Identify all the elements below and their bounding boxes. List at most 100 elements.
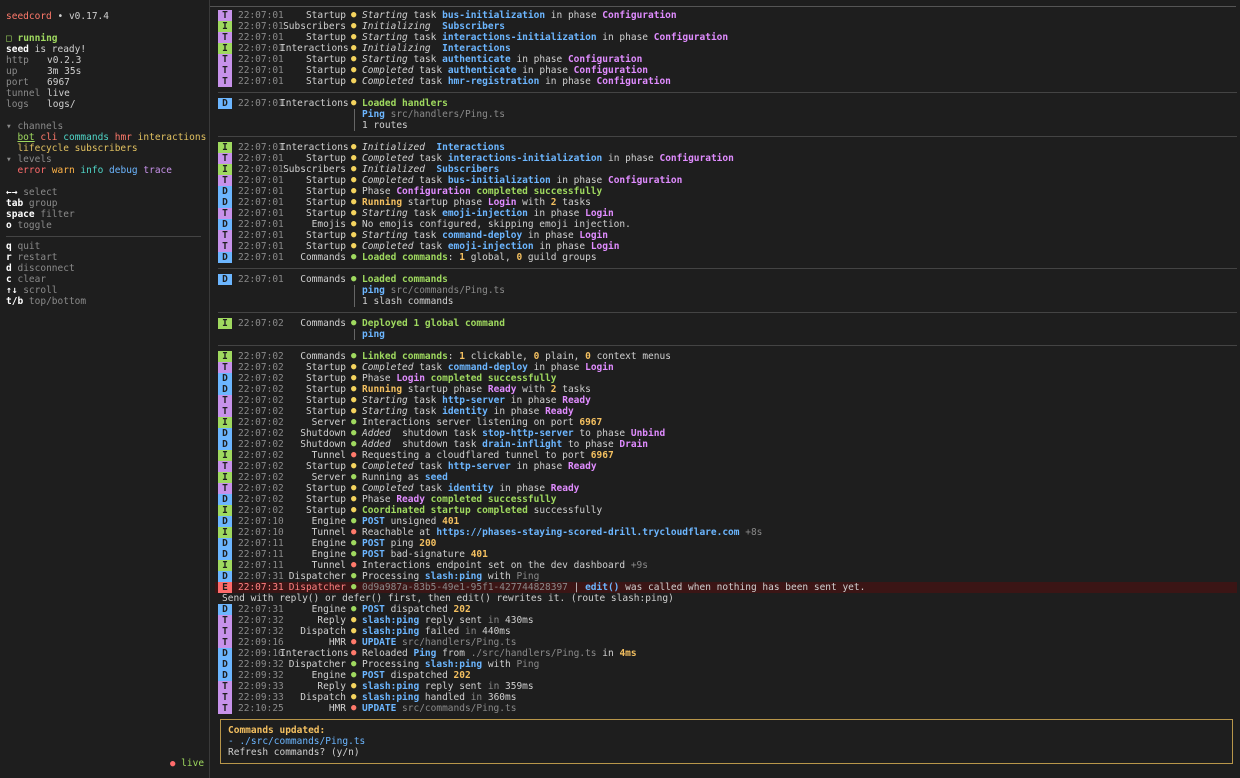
log-message: slash:ping failed in 440ms — [362, 626, 511, 637]
log-row[interactable]: T 22:07:32 Dispatch ● slash:ping failed in 4… — [215, 626, 1237, 637]
key-hint[interactable]: q quit — [6, 241, 209, 252]
log-row[interactable]: I 22:07:02 Commands ● Linked commands: 1 cli… — [215, 351, 1237, 362]
key-hint[interactable]: o toggle — [6, 220, 209, 231]
log-row[interactable]: T 22:10:25 HMR ● UPDATE src/commands/Ping.ts — [215, 703, 1237, 714]
log-row[interactable]: D 22:09:16 Interactions ● Reloaded Ping from… — [215, 648, 1237, 659]
log-row[interactable]: T 22:07:01 Startup ● Completed task bus-init… — [215, 175, 1237, 186]
log-row[interactable]: T 22:07:02 Startup ● Completed task identity… — [215, 483, 1237, 494]
log-row[interactable]: I 22:07:02 Tunnel ● Requesting a cloudflared… — [215, 450, 1237, 461]
log-row[interactable]: D 22:07:31 Engine ● POST dispatched 202 — [215, 604, 1237, 615]
log-row[interactable]: I 22:07:02 Commands ● Deployed 1 global comm… — [215, 318, 1237, 329]
log-row[interactable]: D 22:07:10 Engine ● POST unsigned 401 — [215, 516, 1237, 527]
log-row[interactable]: T 22:09:33 Dispatch ● slash:ping handled in … — [215, 692, 1237, 703]
prompt-question[interactable]: Refresh commands? (y/n) — [228, 747, 1225, 758]
log-timestamp: 22:07:32 — [238, 615, 284, 626]
log-row[interactable]: I 22:07:01 Interactions ● Initializing Inter… — [215, 43, 1237, 54]
log-row[interactable]: T 22:09:33 Reply ● slash:ping reply sent in … — [215, 681, 1237, 692]
log-row[interactable]: T 22:07:01 Startup ● Starting task interacti… — [215, 32, 1237, 43]
log-message: Completed task interactions-initializati… — [362, 153, 734, 164]
channel-lifecycle[interactable]: lifecycle — [17, 143, 68, 154]
log-row[interactable]: D 22:07:11 Engine ● POST ping 200 — [215, 538, 1237, 549]
log-timestamp: 22:07:01 — [238, 208, 284, 219]
channel-bot[interactable]: bot — [17, 132, 34, 143]
level-trace[interactable]: trace — [143, 165, 172, 176]
log-row[interactable]: T 22:07:01 Startup ● Starting task authentic… — [215, 54, 1237, 65]
log-row[interactable]: D 22:07:02 Startup ● Running startup phase R… — [215, 384, 1237, 395]
log-row[interactable]: T 22:07:02 Startup ● Starting task identity … — [215, 406, 1237, 417]
log-row[interactable]: I 22:07:01 Interactions ● Initialized Intera… — [215, 142, 1237, 153]
log-row[interactable]: I 22:07:02 Server ● Running as seed — [215, 472, 1237, 483]
refresh-prompt[interactable]: Commands updated: - ./src/commands/Ping.… — [220, 719, 1233, 764]
log-row[interactable]: I 22:07:02 Server ● Interactions server list… — [215, 417, 1237, 428]
log-row[interactable]: T 22:07:02 Startup ● Completed task http-ser… — [215, 461, 1237, 472]
channel-interactions[interactable]: interactions — [138, 132, 207, 143]
channel-cli[interactable]: cli — [40, 132, 57, 143]
key-desc: restart — [17, 252, 58, 263]
log-row[interactable]: D 22:07:02 Startup ● Phase Ready completed s… — [215, 494, 1237, 505]
log-panel[interactable]: T 22:07:01 Startup ● Starting task bus-initi… — [215, 0, 1237, 778]
log-timestamp: 22:09:32 — [238, 659, 284, 670]
key-hint[interactable]: r restart — [6, 252, 209, 263]
key-hint[interactable]: tab group — [6, 198, 209, 209]
level-debug[interactable]: debug — [109, 165, 138, 176]
key-hint[interactable]: d disconnect — [6, 263, 209, 274]
level-warn[interactable]: warn — [52, 165, 75, 176]
log-row[interactable]: T 22:07:32 Reply ● slash:ping reply sent in … — [215, 615, 1237, 626]
log-row[interactable]: E 22:07:31 Dispatcher ● 0d9a987a-83b5-49e1-9… — [215, 582, 1237, 593]
log-row[interactable]: D 22:07:01 Startup ● Running startup phase L… — [215, 197, 1237, 208]
log-row[interactable]: D 22:09:32 Dispatcher ● Processing slash:pin… — [215, 659, 1237, 670]
status-dot-icon: ● — [351, 516, 357, 526]
log-row[interactable]: T 22:07:02 Startup ● Starting task http-serv… — [215, 395, 1237, 406]
log-row[interactable]: I 22:07:02 Startup ● Coordinated startup com… — [215, 505, 1237, 516]
log-row[interactable]: D 22:09:32 Engine ● POST dispatched 202 — [215, 670, 1237, 681]
log-row[interactable]: D 22:07:11 Engine ● POST bad-signature 401 — [215, 549, 1237, 560]
log-row[interactable]: T 22:07:01 Startup ● Starting task bus-initi… — [215, 10, 1237, 21]
log-row[interactable]: T 22:07:01 Startup ● Completed task interact… — [215, 153, 1237, 164]
level-error[interactable]: error — [17, 165, 46, 176]
log-row[interactable]: D 22:07:31 Dispatcher ● Processing slash:pin… — [215, 571, 1237, 582]
log-fragment: Completed — [362, 241, 414, 252]
log-row[interactable]: T 22:07:01 Startup ● Completed task emoji-in… — [215, 241, 1237, 252]
log-row[interactable]: T 22:07:01 Startup ● Completed task hmr-regi… — [215, 76, 1237, 87]
key-hint[interactable]: t/b top/bottom — [6, 296, 209, 307]
channels-row-1: bot cli commands hmr interactions — [6, 132, 209, 143]
channel-commands[interactable]: commands — [63, 132, 109, 143]
log-row[interactable]: D 22:07:01 Commands ● Loaded commands — [215, 274, 1237, 285]
log-row[interactable]: T 22:07:01 Startup ● Starting task command-d… — [215, 230, 1237, 241]
channels-title[interactable]: ▾ channels — [6, 121, 209, 132]
log-row[interactable]: I 22:07:01 Subscribers ● Initialized Subscri… — [215, 164, 1237, 175]
key-hint[interactable]: ↑↓ scroll — [6, 285, 209, 296]
log-row[interactable]: D 22:07:01 Emojis ● No emojis configured, sk… — [215, 219, 1237, 230]
level-info[interactable]: info — [80, 165, 103, 176]
log-row[interactable]: D 22:07:01 Commands ● Loaded commands: 1 glo… — [215, 252, 1237, 263]
log-row[interactable]: D 22:07:01 Startup ● Phase Configuration com… — [215, 186, 1237, 197]
log-row[interactable]: I 22:07:11 Tunnel ● Interactions endpoint se… — [215, 560, 1237, 571]
log-row[interactable]: T 22:07:01 Startup ● Completed task authenti… — [215, 65, 1237, 76]
log-fragment: bad-signature — [384, 549, 471, 560]
log-row[interactable]: I 22:07:10 Tunnel ● Reachable at https://pha… — [215, 527, 1237, 538]
log-row[interactable]: T 22:09:16 HMR ● UPDATE src/handlers/Ping.ts — [215, 637, 1237, 648]
log-row[interactable]: D 22:07:02 Startup ● Phase Login completed s… — [215, 373, 1237, 384]
key-hint[interactable]: c clear — [6, 274, 209, 285]
log-row[interactable]: D 22:07:02 Shutdown ● Added shutdown task dr… — [215, 439, 1237, 450]
level-badge: T — [218, 10, 232, 21]
key-desc: toggle — [17, 220, 52, 231]
key-hint[interactable]: space filter — [6, 209, 209, 220]
level-badge: D — [218, 373, 232, 384]
log-row[interactable]: I 22:07:01 Subscribers ● Initializing Subscr… — [215, 21, 1237, 32]
log-row[interactable]: T 22:07:01 Startup ● Starting task emoji-inj… — [215, 208, 1237, 219]
level-badge: T — [218, 32, 232, 43]
log-row[interactable]: D 22:07:01 Interactions ● Loaded handlers — [215, 98, 1237, 109]
log-row[interactable]: T 22:07:02 Startup ● Completed task command-… — [215, 362, 1237, 373]
levels-title[interactable]: ▾ levels — [6, 154, 209, 165]
log-fragment: task — [413, 230, 443, 241]
status-dot-icon: ● — [351, 615, 357, 625]
log-source: Engine — [311, 670, 346, 681]
log-row[interactable]: D 22:07:02 Shutdown ● Added shutdown task st… — [215, 428, 1237, 439]
log-fragment: slash:ping — [362, 681, 420, 692]
channel-hmr[interactable]: hmr — [115, 132, 132, 143]
channel-subscribers[interactable]: subscribers — [75, 143, 138, 154]
key-hint[interactable]: ←→ select — [6, 187, 209, 198]
log-fragment: src/handlers/Ping.ts — [384, 109, 505, 120]
log-fragment: Subscribers — [436, 21, 506, 32]
